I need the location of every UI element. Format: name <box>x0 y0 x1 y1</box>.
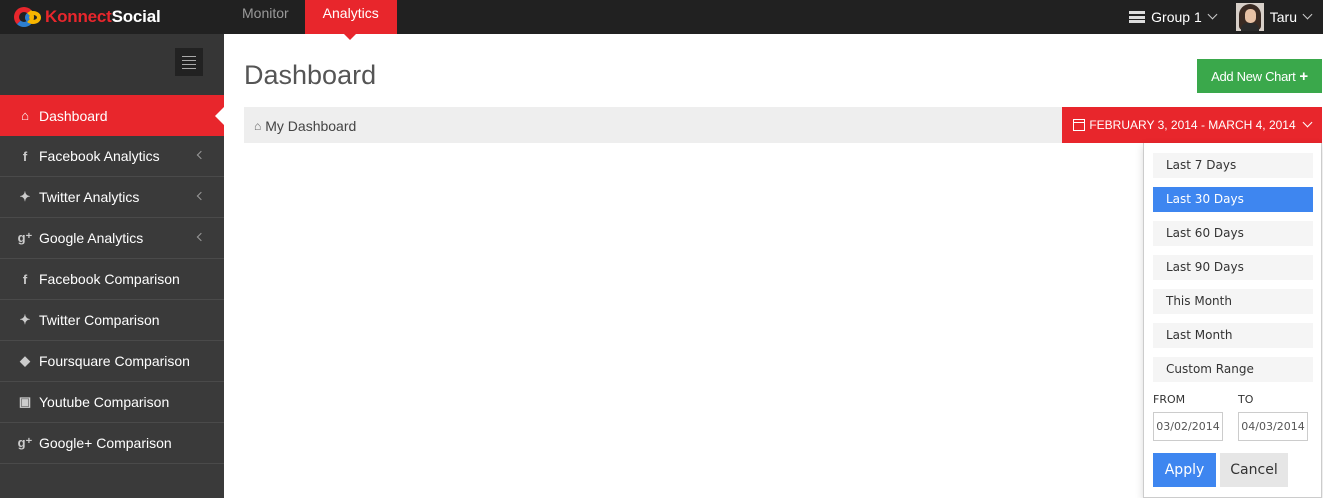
chevron-left-icon <box>196 150 206 160</box>
home-icon: ⌂ <box>254 119 262 133</box>
breadcrumb-bar: ⌂ My Dashboard FEBRUARY 3, 2014 - MARCH … <box>244 107 1322 143</box>
home-icon: ⌂ <box>21 108 29 123</box>
date-range-dropdown: Last 7 Days Last 30 Days Last 60 Days La… <box>1143 143 1322 498</box>
chevron-down-icon <box>1302 9 1313 20</box>
sidebar: ⌂ Dashboard f Facebook Analytics ✦ Twitt… <box>0 34 224 498</box>
range-last-30-days[interactable]: Last 30 Days <box>1153 187 1313 212</box>
add-new-chart-button[interactable]: Add New Chart + <box>1197 59 1322 93</box>
chevron-down-icon <box>1302 117 1313 128</box>
google-plus-icon: g⁺ <box>17 230 33 245</box>
range-last-90-days[interactable]: Last 90 Days <box>1153 255 1313 280</box>
stack-icon <box>1129 11 1146 23</box>
sidebar-item-label: Foursquare Comparison <box>39 353 190 369</box>
chevron-left-icon <box>196 191 206 201</box>
sidebar-item-twitter-comparison[interactable]: ✦ Twitter Comparison <box>0 300 224 341</box>
sidebar-item-label: Twitter Analytics <box>39 189 140 205</box>
sidebar-toggle-button[interactable] <box>175 48 203 76</box>
sidebar-item-label: Dashboard <box>39 107 108 124</box>
youtube-icon: ▣ <box>18 394 32 409</box>
top-right-controls: Group 1 Taru <box>1129 0 1323 34</box>
range-last-60-days[interactable]: Last 60 Days <box>1153 221 1313 246</box>
sidebar-item-twitter-analytics[interactable]: ✦ Twitter Analytics <box>0 177 224 218</box>
group-selector[interactable]: Group 1 <box>1129 9 1218 25</box>
to-date-input[interactable]: 04/03/2014 <box>1238 412 1308 441</box>
google-plus-icon: g⁺ <box>17 435 33 450</box>
breadcrumb-label: My Dashboard <box>265 118 357 134</box>
date-range-label: FEBRUARY 3, 2014 - MARCH 4, 2014 <box>1089 118 1296 132</box>
cancel-button[interactable]: Cancel <box>1220 453 1288 487</box>
sidebar-item-label: Google+ Comparison <box>39 435 172 451</box>
main-content: Dashboard Add New Chart + ⌂ My Dashboard… <box>224 34 1323 498</box>
group-label: Group 1 <box>1151 9 1202 25</box>
from-date-input[interactable]: 03/02/2014 <box>1153 412 1223 441</box>
user-name: Taru <box>1269 9 1297 25</box>
chevron-left-icon <box>196 232 206 242</box>
range-this-month[interactable]: This Month <box>1153 289 1313 314</box>
sidebar-item-label: Twitter Comparison <box>39 312 160 328</box>
foursquare-icon: ◆ <box>20 353 30 368</box>
date-range-button[interactable]: FEBRUARY 3, 2014 - MARCH 4, 2014 <box>1062 107 1322 143</box>
nav-monitor[interactable]: Monitor <box>226 0 305 34</box>
top-navbar: KonnectSocial Monitor Analytics Group 1 … <box>0 0 1323 40</box>
to-label: TO <box>1238 393 1254 406</box>
breadcrumb[interactable]: ⌂ My Dashboard <box>254 118 356 134</box>
sidebar-item-label: Facebook Analytics <box>39 148 160 164</box>
twitter-icon: ✦ <box>19 189 31 204</box>
range-last-7-days[interactable]: Last 7 Days <box>1153 153 1313 178</box>
plus-icon: + <box>1299 67 1308 85</box>
top-nav: Monitor Analytics <box>226 0 397 40</box>
sidebar-item-facebook-comparison[interactable]: f Facebook Comparison <box>0 259 224 300</box>
sidebar-item-facebook-analytics[interactable]: f Facebook Analytics <box>0 136 224 177</box>
sidebar-header <box>0 34 224 95</box>
brand-logo[interactable]: KonnectSocial <box>13 2 161 32</box>
calendar-icon <box>1073 119 1086 131</box>
chevron-down-icon <box>1207 9 1218 20</box>
sidebar-item-label: Google Analytics <box>39 230 144 246</box>
sidebar-item-label: Youtube Comparison <box>39 394 170 410</box>
sidebar-item-label: Facebook Comparison <box>39 271 180 287</box>
range-last-month[interactable]: Last Month <box>1153 323 1313 348</box>
range-custom[interactable]: Custom Range <box>1153 357 1313 382</box>
facebook-icon: f <box>22 271 28 287</box>
avatar <box>1235 3 1264 31</box>
twitter-icon: ✦ <box>19 312 31 327</box>
page-title: Dashboard <box>244 60 377 90</box>
apply-button[interactable]: Apply <box>1153 453 1216 487</box>
facebook-icon: f <box>22 148 28 164</box>
user-menu[interactable]: Taru <box>1235 3 1313 31</box>
from-label: FROM <box>1153 393 1186 406</box>
nav-analytics[interactable]: Analytics <box>304 0 397 40</box>
brand-name: KonnectSocial <box>45 7 161 26</box>
sidebar-item-youtube-comparison[interactable]: ▣ Youtube Comparison <box>0 382 224 423</box>
logo-icon <box>13 6 43 28</box>
sidebar-item-dashboard[interactable]: ⌂ Dashboard <box>0 95 224 136</box>
add-new-chart-label: Add New Chart <box>1211 68 1296 84</box>
sidebar-item-google-plus-comparison[interactable]: g⁺ Google+ Comparison <box>0 423 224 464</box>
sidebar-item-google-analytics[interactable]: g⁺ Google Analytics <box>0 218 224 259</box>
sidebar-item-foursquare-comparison[interactable]: ◆ Foursquare Comparison <box>0 341 224 382</box>
